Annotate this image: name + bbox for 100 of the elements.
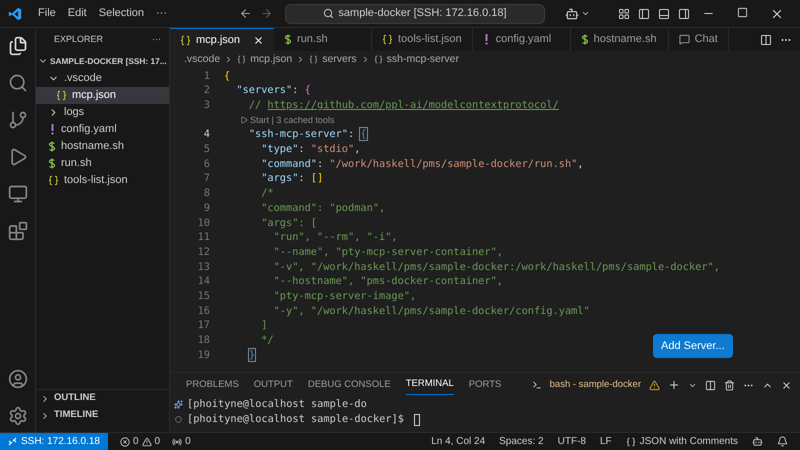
toggle-panel-icon[interactable] <box>658 8 670 20</box>
language-mode[interactable]: JSON with Comments <box>626 434 738 449</box>
problems-indicator[interactable]: 0 0 <box>120 434 160 449</box>
account-icon[interactable] <box>8 369 28 389</box>
code-line: "-v", "/work/haskell/pms/sample-docker:/work/haskell/pms/sample-docker", <box>272 260 720 275</box>
menu-item[interactable]: Edit <box>68 5 87 22</box>
code-line: "pty-mcp-server-image", <box>272 288 416 304</box>
close-panel-icon[interactable] <box>781 380 792 390</box>
sidebar-title: EXPLORER <box>54 33 104 46</box>
code-line: */ <box>260 333 274 348</box>
encoding[interactable]: UTF-8 <box>558 434 586 449</box>
line-number: 3 <box>202 98 210 113</box>
file-tree-item[interactable]: config.yaml <box>36 121 169 138</box>
more-actions-button[interactable]: ··· <box>152 33 161 47</box>
line-ending[interactable]: LF <box>600 434 612 449</box>
line-number: 7 <box>202 171 210 186</box>
sparkle-icon <box>174 400 183 409</box>
dollar-icon <box>48 158 56 169</box>
editor-tab[interactable]: run.sh <box>274 28 372 51</box>
terminal-line: [phoityne@localhost sample-docker]$ <box>187 412 405 427</box>
layout-icon[interactable] <box>618 8 630 20</box>
line-number: 2 <box>202 83 210 98</box>
close-tab-icon[interactable] <box>253 34 264 46</box>
dollar-icon <box>48 141 56 152</box>
remote-explorer-icon[interactable] <box>8 184 28 204</box>
code-line: "run", "--rm", "-i", <box>272 230 398 246</box>
line-number: 19 <box>196 348 210 363</box>
command-center[interactable]: sample-docker [SSH: 172.16.0.18] <box>285 4 545 24</box>
extensions-icon[interactable] <box>8 221 28 241</box>
code-line: "--hostname", "pms-docker-container", <box>272 274 503 290</box>
search-icon[interactable] <box>8 73 28 93</box>
split-editor-icon[interactable] <box>760 34 772 46</box>
settings-icon[interactable] <box>8 406 28 426</box>
forward-icon[interactable] <box>260 7 274 20</box>
editor-tab[interactable]: config.yaml <box>472 28 571 51</box>
code-line: "command": "/work/haskell/pms/sample-docker/run.sh", <box>260 156 584 172</box>
notifications-icon[interactable] <box>777 436 788 447</box>
panel-tab[interactable]: PROBLEMS <box>186 376 239 394</box>
braces-icon <box>309 55 318 64</box>
editor-tab[interactable]: mcp.json <box>170 28 274 51</box>
menu-item[interactable]: ··· <box>156 5 168 22</box>
remote-indicator[interactable]: SSH: 172.16.0.18 <box>0 433 108 450</box>
toggle-sidebar-icon[interactable] <box>638 8 650 20</box>
workspace-header[interactable]: SAMPLE-DOCKER [SSH: 17... <box>36 52 167 70</box>
panel-tab[interactable]: OUTPUT <box>254 376 293 394</box>
file-tree-item[interactable]: run.sh <box>36 155 169 172</box>
error-icon <box>120 436 130 446</box>
line-number: 13 <box>196 260 210 275</box>
line-number: 18 <box>196 333 210 348</box>
sidebar-section-header[interactable]: TIMELINE <box>36 407 169 424</box>
remote-icon <box>8 437 17 446</box>
app-logo-icon <box>8 6 22 22</box>
menu-item[interactable]: Selection <box>98 5 144 22</box>
back-icon[interactable] <box>239 7 252 20</box>
breadcrumb-item[interactable]: ssh-mcp-server <box>386 52 459 68</box>
play-icon <box>240 116 248 124</box>
add-server-button[interactable]: Add Server... <box>653 334 733 358</box>
braces-icon <box>56 90 67 101</box>
code-line: // https://github.com/ppl-ai/modelcontextprotocol/ <box>248 98 559 113</box>
file-tree-item[interactable]: mcp.json <box>36 87 169 104</box>
search-icon <box>323 8 334 19</box>
source-control-icon[interactable] <box>8 110 28 130</box>
breadcrumb-item[interactable]: servers <box>322 52 357 68</box>
panel-tab[interactable]: TERMINAL <box>406 375 454 395</box>
split-terminal-icon[interactable] <box>705 380 716 390</box>
indentation[interactable]: Spaces: 2 <box>499 434 544 449</box>
code-line: "servers": { <box>235 83 311 98</box>
terminal-name[interactable]: bash - sample-docker <box>550 378 641 392</box>
file-tree-item[interactable]: .vscode <box>36 70 169 87</box>
braces-icon <box>382 34 394 45</box>
sidebar-section-header[interactable]: OUTLINE <box>36 390 169 407</box>
workspace-name: SAMPLE-DOCKER [SSH: 17... <box>50 54 167 68</box>
line-number: 14 <box>196 274 210 290</box>
chevron-down-icon[interactable] <box>581 9 590 18</box>
breadcrumb-item[interactable]: .vscode <box>184 52 220 68</box>
cursor-position[interactable]: Ln 4, Col 24 <box>431 434 486 449</box>
new-terminal-icon[interactable] <box>668 379 680 391</box>
line-number: 15 <box>196 288 210 304</box>
codelens[interactable]: Start | 3 cached tools <box>240 114 334 128</box>
panel-tab[interactable]: PORTS <box>468 376 502 394</box>
code-line: "args": [ <box>260 216 317 230</box>
dollar-icon <box>580 34 589 45</box>
editor-tab[interactable]: Chat <box>668 28 729 51</box>
ports-indicator[interactable]: 0 <box>172 434 191 449</box>
toggle-secondary-sidebar-icon[interactable] <box>678 8 690 20</box>
file-tree-item[interactable]: hostname.sh <box>36 138 169 155</box>
panel-tab[interactable]: DEBUG CONSOLE <box>308 376 391 394</box>
line-number: 10 <box>196 216 210 230</box>
maximize-icon[interactable] <box>737 6 748 18</box>
menu-item[interactable]: File <box>38 5 56 22</box>
file-tree-item[interactable]: logs <box>36 104 169 121</box>
file-tree-item[interactable]: tools-list.json <box>36 172 169 189</box>
chat-icon <box>678 34 690 45</box>
line-number: 5 <box>202 142 210 158</box>
editor-tab[interactable]: hostname.sh <box>570 28 669 51</box>
editor-tab[interactable]: tools-list.json <box>372 28 473 51</box>
files-icon[interactable] <box>8 36 28 56</box>
code-line: "ssh-mcp-server": { <box>248 127 367 142</box>
delete-icon[interactable] <box>724 380 735 390</box>
breadcrumb-item[interactable]: mcp.json <box>250 52 292 68</box>
